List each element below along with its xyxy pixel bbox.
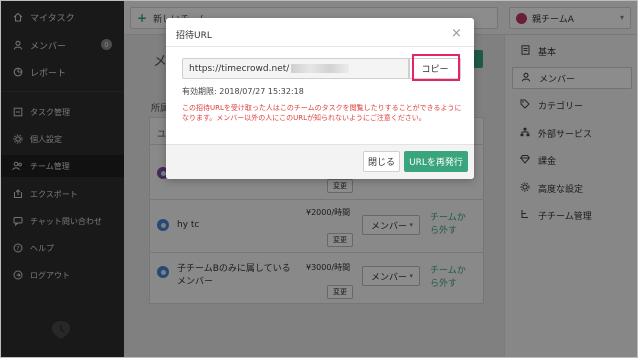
reissue-url-button[interactable]: URLを再発行 — [404, 151, 468, 172]
invite-url-field[interactable]: https://timecrowd.net/ — [182, 58, 409, 79]
app-window: マイタスク メンバー 0 レポート タスク管理 個人設定 チーム管理 エクスポー… — [0, 0, 638, 358]
modal-divider — [166, 46, 474, 47]
expiry-date: 有効期限: 2018/07/27 15:32:18 — [182, 87, 304, 96]
warning-message: この招待URLを受け取った人はこのチームのタスクを閲覧したりすることができるよう… — [182, 104, 462, 122]
close-button[interactable]: 閉じる — [363, 151, 400, 172]
close-icon[interactable]: × — [451, 26, 462, 41]
invite-url-value: https://timecrowd.net/ — [189, 63, 290, 74]
copy-button-highlight — [412, 54, 460, 81]
redacted-url-token — [291, 64, 350, 73]
modal-title: 招待URL — [176, 31, 212, 41]
